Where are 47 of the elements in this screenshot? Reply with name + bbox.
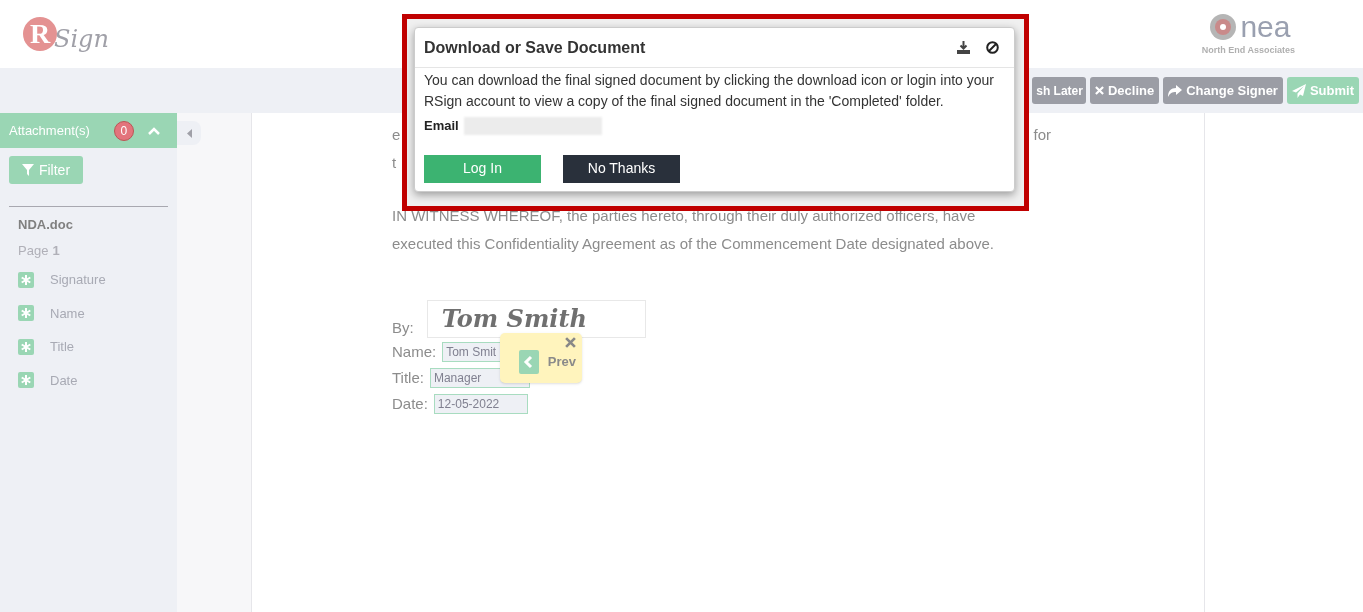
dialog-button[interactable]: Log In xyxy=(424,154,541,183)
attachment-count: 0 xyxy=(113,120,134,141)
partner-logo-name: nea xyxy=(1240,12,1291,43)
dialog-title: Download or Save Document xyxy=(424,37,646,58)
toolbar-button[interactable]: Decline xyxy=(1089,77,1160,104)
dialog-message: You can download the final signed document by clicking the download icon or login into your RSign account to view a copy of the final signed document in the 'Completed' folder. xyxy=(424,71,995,111)
paragraph: IN WITNESS WHEREOF, the parties hereto, through their duly authorized officers, have executed this Confidentiality Agreement as of the Commencement Date designated above. xyxy=(392,206,996,254)
download-icon[interactable] xyxy=(957,41,970,54)
text-fragment: t xyxy=(392,153,397,173)
asterisk-checkbox-icon xyxy=(18,305,34,322)
toolbar-button[interactable]: Change Signer xyxy=(1163,77,1283,104)
logo-script: Sign xyxy=(54,24,109,55)
toolbar-button[interactable]: Submit xyxy=(1286,77,1359,104)
filter-icon xyxy=(21,164,34,176)
input-field[interactable]: 12-05-2022 xyxy=(433,394,528,414)
field-label: Date: xyxy=(392,394,428,414)
text-fragment: for xyxy=(1033,125,1051,145)
partner-logo-subtitle: North End Associates xyxy=(1201,44,1295,58)
page-label: Page xyxy=(18,241,49,260)
email-label: Email xyxy=(424,117,459,135)
back-button-icon[interactable] xyxy=(518,350,539,374)
chevron-up-icon[interactable] xyxy=(147,126,160,135)
field-link[interactable]: Signature xyxy=(50,270,106,290)
collapse-tab[interactable] xyxy=(177,121,201,145)
field-link[interactable]: Name xyxy=(50,303,85,323)
caret-left-icon xyxy=(186,128,192,138)
text-fragment: e xyxy=(392,125,401,145)
field-label: Name: xyxy=(392,342,437,362)
asterisk-checkbox-icon xyxy=(18,338,34,355)
dialog-button[interactable]: No Thanks xyxy=(563,154,680,183)
forward-arrow-icon xyxy=(1168,84,1183,97)
page-number: 1 xyxy=(52,241,60,260)
toolbar-button[interactable]: sh Later xyxy=(1032,77,1086,104)
field-link[interactable]: Date xyxy=(50,370,78,390)
field-link[interactable]: Title xyxy=(50,337,75,357)
attachments-title: Attachment(s) xyxy=(9,121,90,140)
field-label: Title: xyxy=(392,368,424,388)
close-icon xyxy=(1094,86,1104,95)
asterisk-checkbox-icon xyxy=(18,372,34,389)
block-icon[interactable] xyxy=(986,41,999,54)
document-name: NDA.doc xyxy=(18,216,74,234)
asterisk-checkbox-icon xyxy=(18,271,34,288)
close-icon[interactable] xyxy=(565,337,576,348)
field-label: By: xyxy=(392,318,414,338)
paper-plane-icon xyxy=(1291,83,1306,98)
prev-link[interactable]: Prev xyxy=(547,352,576,372)
filter-button[interactable]: Filter xyxy=(9,156,83,184)
